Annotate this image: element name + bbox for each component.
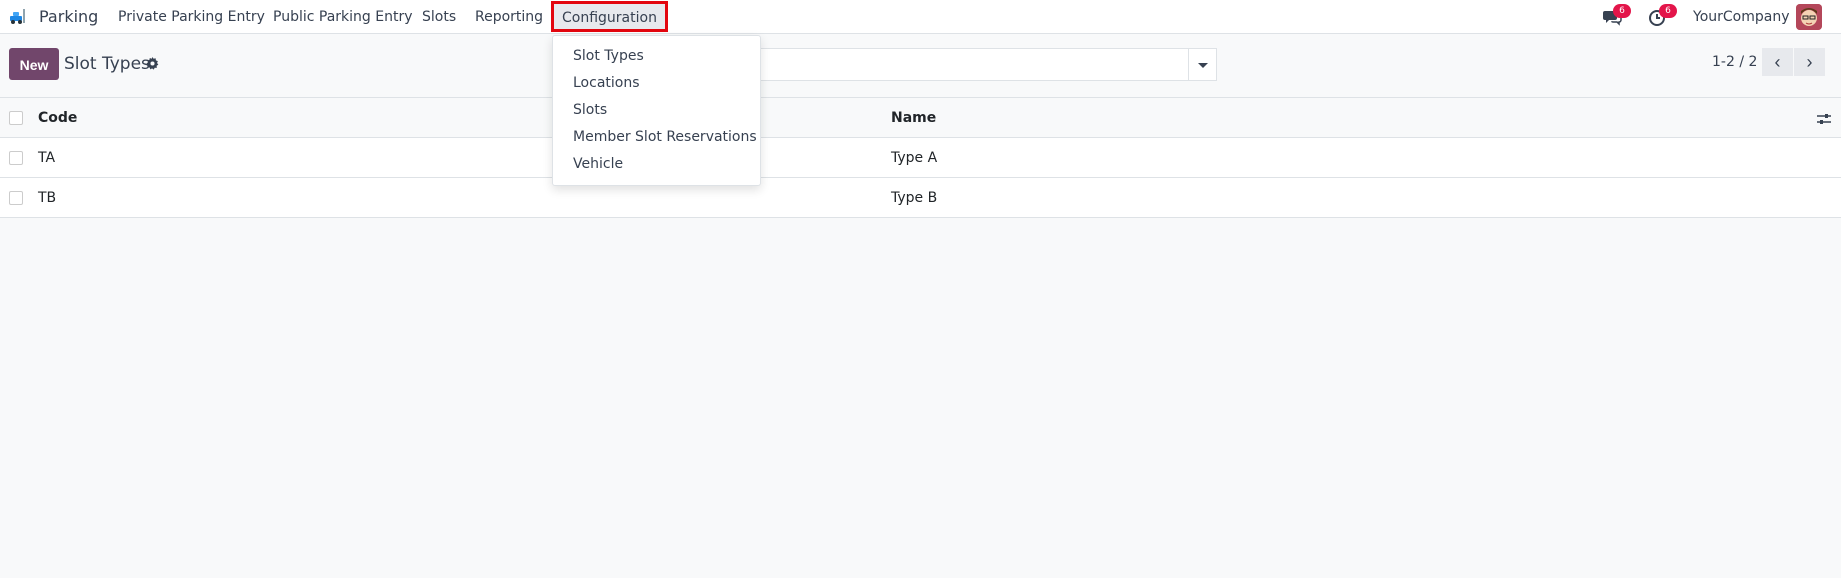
menu-public-parking-entry[interactable]: Public Parking Entry <box>273 0 413 34</box>
cell-code: TB <box>38 190 57 206</box>
table-row[interactable]: TB Type B <box>0 178 1841 218</box>
pager-next-button[interactable]: › <box>1794 48 1825 76</box>
chevron-left-icon: ‹ <box>1774 52 1781 72</box>
gear-icon[interactable] <box>146 57 159 70</box>
activities-button[interactable]: 6 <box>1648 4 1677 27</box>
column-header-code[interactable]: Code <box>38 98 77 139</box>
column-header-name[interactable]: Name <box>891 98 936 139</box>
menu-private-parking-entry[interactable]: Private Parking Entry <box>118 0 265 34</box>
menu-slots[interactable]: Slots <box>422 0 456 34</box>
menu-item-locations[interactable]: Locations <box>553 70 760 97</box>
search-options-toggle[interactable] <box>1188 48 1217 81</box>
avatar-icon <box>1796 4 1822 30</box>
parking-app-icon[interactable] <box>9 7 27 25</box>
top-navbar: Parking Private Parking Entry Public Par… <box>0 0 1841 34</box>
menu-item-slot-types[interactable]: Slot Types <box>553 43 760 70</box>
configuration-dropdown-menu: Slot Types Locations Slots Member Slot R… <box>552 35 761 186</box>
menu-reporting[interactable]: Reporting <box>475 0 543 34</box>
menu-item-slots[interactable]: Slots <box>553 97 760 124</box>
cell-name: Type A <box>891 150 938 166</box>
chevron-right-icon: › <box>1806 52 1813 72</box>
menu-item-vehicle[interactable]: Vehicle <box>553 151 760 178</box>
pager-previous-button[interactable]: ‹ <box>1762 48 1793 76</box>
user-avatar[interactable] <box>1796 4 1822 30</box>
cell-code: TA <box>38 150 56 166</box>
messages-badge: 6 <box>1613 4 1631 18</box>
table-header-row: Code Name <box>0 97 1841 138</box>
app-name[interactable]: Parking <box>39 0 98 34</box>
table-row[interactable]: TA Type A <box>0 138 1841 178</box>
menu-configuration[interactable]: Configuration <box>551 1 668 32</box>
pager-value[interactable]: 1-2 / 2 <box>1712 48 1757 76</box>
cell-name: Type B <box>891 190 938 206</box>
company-switcher[interactable]: YourCompany <box>1693 0 1790 34</box>
row-checkbox[interactable] <box>9 191 23 205</box>
messages-button[interactable]: 6 <box>1602 4 1631 27</box>
menu-item-member-slot-reservations[interactable]: Member Slot Reservations <box>553 124 760 151</box>
select-all-checkbox[interactable] <box>9 111 23 125</box>
activities-badge: 6 <box>1659 4 1677 18</box>
page-title: Slot Types <box>64 54 150 74</box>
new-button[interactable]: New <box>9 48 59 80</box>
row-checkbox[interactable] <box>9 151 23 165</box>
optional-columns-icon[interactable] <box>1816 111 1832 127</box>
list-table: Code Name TA Type A TB Type B <box>0 97 1841 218</box>
